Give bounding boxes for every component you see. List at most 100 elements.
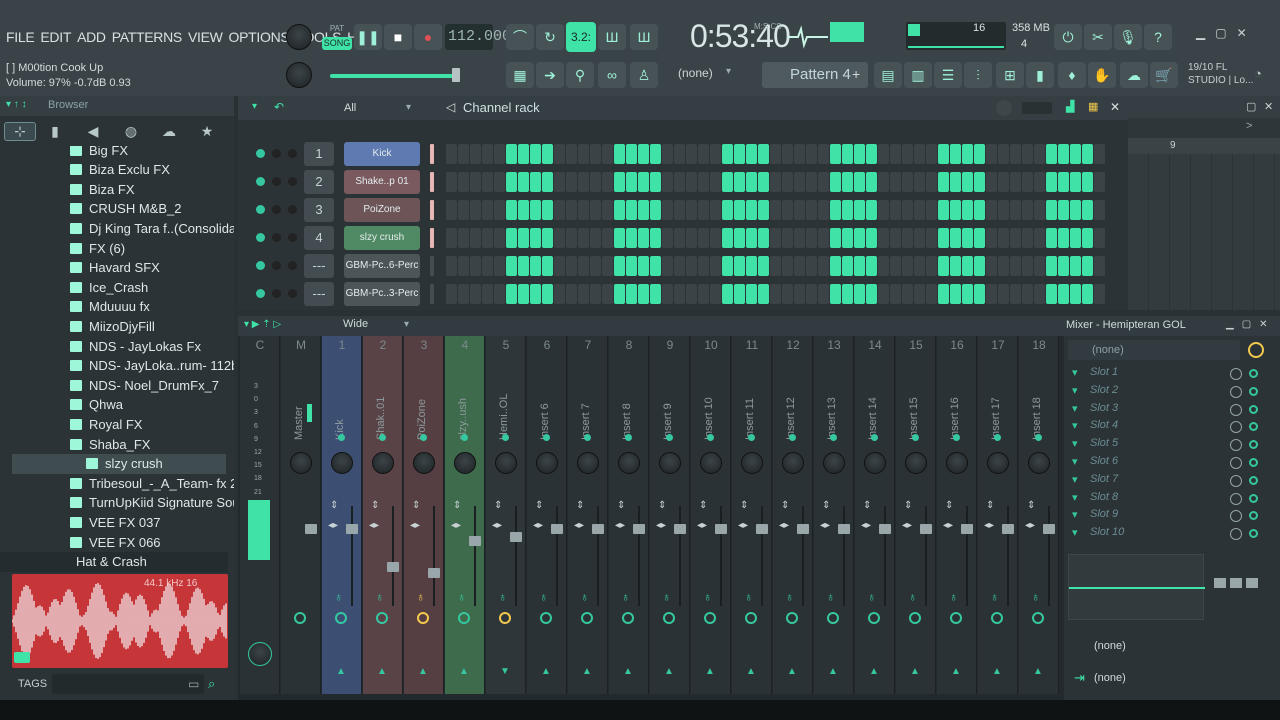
step-button[interactable] [794,228,805,248]
step-button[interactable] [590,144,601,164]
mixer-input-icon[interactable]: ♁ [621,590,630,604]
step-button[interactable] [710,284,721,304]
step-button[interactable] [1034,228,1045,248]
step-button[interactable] [1094,228,1105,248]
channel-select-indicator[interactable] [430,228,434,248]
mixer-input-icon[interactable]: ♁ [703,590,712,604]
step-button[interactable] [650,144,661,164]
step-button[interactable] [698,200,709,220]
step-button[interactable] [842,144,853,164]
stereo-separation-icon[interactable]: ⇕ [781,500,789,511]
wait-input-button[interactable]: ↻ [536,24,564,50]
mixer-pan-knob[interactable] [782,452,804,474]
step-button[interactable] [866,284,877,304]
mixer-route-led[interactable] [625,434,632,441]
master-pitch-knob[interactable] [286,62,312,88]
step-button[interactable] [782,256,793,276]
step-button[interactable] [938,256,949,276]
step-button[interactable] [746,172,757,192]
eq-band-high-fader[interactable] [1246,578,1258,588]
browser-folder-item[interactable]: Dj King Tara f..(Consolidated) [70,218,234,238]
step-button[interactable] [614,144,625,164]
mixer-volume-fader[interactable] [469,536,481,546]
step-button[interactable] [458,228,469,248]
step-button[interactable] [974,228,985,248]
swing-display[interactable] [1022,102,1052,114]
step-button[interactable] [614,256,625,276]
mixer-input-icon[interactable]: ♁ [334,590,343,604]
add-pattern-icon[interactable]: + [852,66,860,82]
step-button[interactable] [758,144,769,164]
step-button[interactable] [1070,200,1081,220]
channel-pan-knob[interactable] [272,261,281,270]
maximize-icon[interactable]: ▢ [1246,100,1256,113]
swap-channels-icon[interactable]: ◂▸ [820,520,830,531]
mixer-strip[interactable]: 10 Insert 10 ⇕ ◂▸ ♁ ▲ [691,336,731,694]
step-button[interactable] [926,200,937,220]
slot-enable-led[interactable] [1249,404,1258,414]
step-button[interactable] [830,200,841,220]
step-button[interactable] [554,284,565,304]
swap-channels-icon[interactable]: ◂▸ [861,520,871,531]
step-button[interactable] [770,228,781,248]
step-button[interactable] [722,144,733,164]
effect-slot[interactable]: Slot 2 [1068,384,1272,401]
browser-folder-item[interactable]: NDS- JayLoka..rum- 112bpms [70,356,234,376]
mixer-pan-knob[interactable] [577,452,599,474]
news-line-2[interactable]: STUDIO | Lo... [1188,75,1253,86]
step-button[interactable] [998,284,1009,304]
step-button[interactable] [794,172,805,192]
channel-pan-knob[interactable] [272,289,281,298]
step-button[interactable] [530,256,541,276]
news-icon[interactable]: ◔ [1254,66,1262,81]
tools-button[interactable]: ✂ [1084,24,1112,50]
mixer-volume-fader[interactable] [879,524,891,534]
step-button[interactable] [746,284,757,304]
step-button[interactable] [698,284,709,304]
eq-display[interactable] [1068,554,1205,620]
step-button[interactable] [890,228,901,248]
master-volume-knob[interactable] [286,24,312,50]
step-button[interactable] [818,200,829,220]
stereo-separation-icon[interactable]: ⇕ [576,500,584,511]
step-button[interactable] [986,144,997,164]
mixer-send-arrow-icon[interactable]: ▲ [541,666,551,677]
tab-plugins[interactable]: ◀ [74,123,112,140]
step-button[interactable] [950,200,961,220]
step-button[interactable] [674,256,685,276]
mixer-pan-knob[interactable] [864,452,886,474]
step-button[interactable] [878,200,889,220]
mixer-pan-knob[interactable] [1028,452,1050,474]
browser-folder-item[interactable]: VEE FX 066 [70,532,161,552]
mixer-record-arm-icon[interactable] [622,612,634,624]
step-button[interactable] [782,284,793,304]
effect-slot[interactable]: Slot 1 [1068,366,1272,383]
mixer-route-led[interactable] [994,434,1001,441]
mixer-input-icon[interactable]: ♁ [1031,590,1040,604]
step-button[interactable] [806,144,817,164]
mixer-pan-knob[interactable] [987,452,1009,474]
mixer-strip[interactable]: M Master [281,336,321,694]
step-button[interactable] [602,172,613,192]
step-button[interactable] [446,200,457,220]
swap-channels-icon[interactable]: ◂▸ [574,520,584,531]
close-icon[interactable]: ✕ [1264,100,1273,113]
step-button[interactable] [602,228,613,248]
step-button[interactable] [494,144,505,164]
step-button[interactable] [746,200,757,220]
mixer-send-arrow-icon[interactable]: ▲ [664,666,674,677]
step-button[interactable] [962,256,973,276]
effect-slot[interactable]: Slot 6 [1068,455,1272,472]
mixer-route-led[interactable] [953,434,960,441]
effect-slot[interactable]: Slot 4 [1068,419,1272,436]
mixer-pan-knob[interactable] [454,452,476,474]
step-button[interactable] [806,256,817,276]
play-preview-icon[interactable] [14,652,30,663]
step-button[interactable] [674,172,685,192]
step-button[interactable] [866,172,877,192]
step-button[interactable] [962,228,973,248]
mixer-strip[interactable]: 2 Shak..01 ⇕ ◂▸ ♁ ▲ [363,336,403,694]
step-button[interactable] [962,172,973,192]
eq-band-low-fader[interactable] [1214,578,1226,588]
slot-mix-knob[interactable] [1230,474,1242,487]
